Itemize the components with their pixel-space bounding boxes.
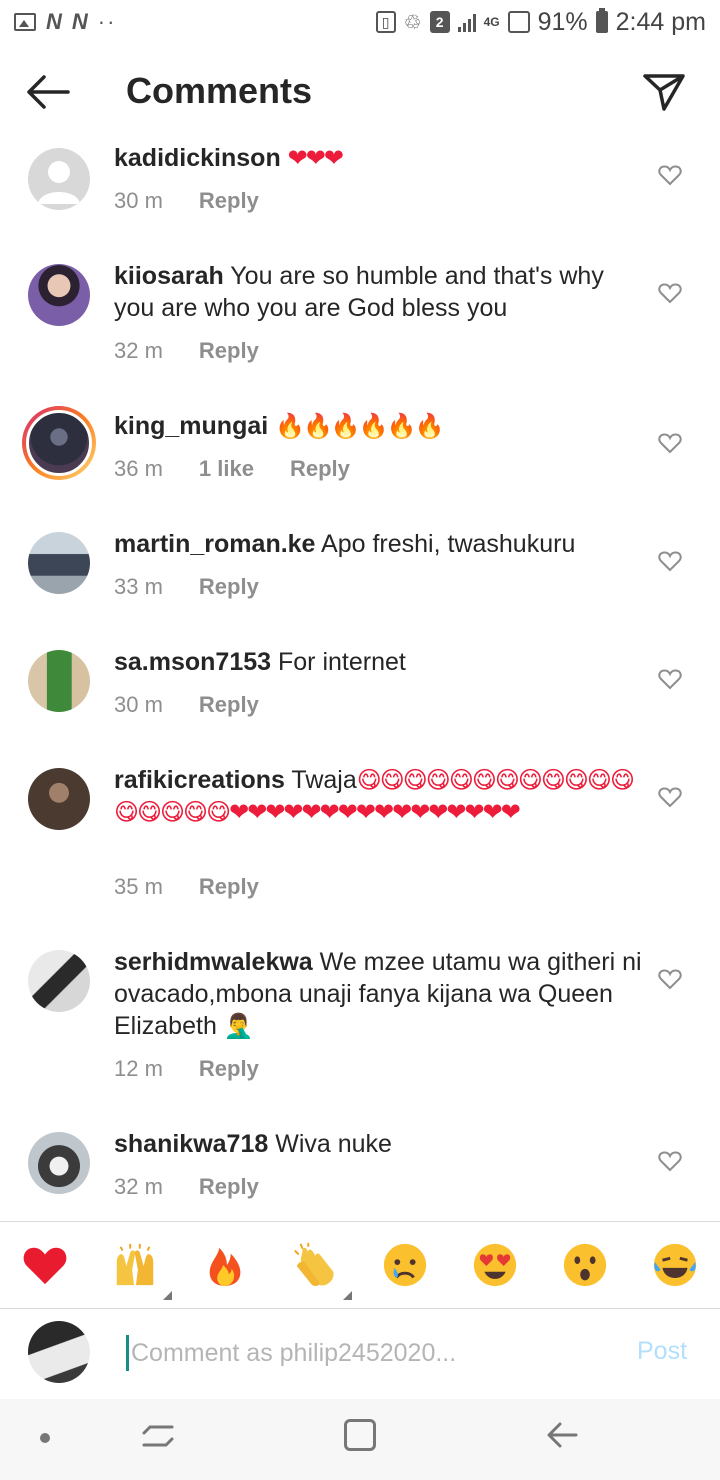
sim-badge: 2 <box>429 11 450 33</box>
comment-time: 30 m <box>114 188 163 213</box>
vibrate-icon: ▯ <box>375 11 396 33</box>
comment-input[interactable] <box>126 1335 606 1371</box>
fire-icon[interactable] <box>200 1240 250 1290</box>
comment-text: For internet <box>278 648 406 676</box>
battery-percent: 91% <box>537 7 588 36</box>
comment-username[interactable]: kadidickinson <box>114 144 281 172</box>
avatar[interactable] <box>28 650 90 712</box>
comment-username[interactable]: kiiosarah <box>114 262 224 290</box>
red-heart-icon[interactable] <box>20 1240 70 1290</box>
signal-icon <box>457 12 476 32</box>
back-arrow-icon[interactable] <box>26 74 70 110</box>
my-avatar <box>28 1321 90 1383</box>
comment-time: 30 m <box>114 692 163 717</box>
comment-username[interactable]: rafikicreations <box>114 766 285 794</box>
like-heart-icon[interactable] <box>658 668 682 690</box>
dots-icon: ·· <box>97 9 117 34</box>
reply-button[interactable]: Reply <box>199 188 259 214</box>
heart-eyes-icon[interactable] <box>470 1240 520 1290</box>
reply-button[interactable]: Reply <box>199 692 259 718</box>
n-icon: N <box>71 9 88 34</box>
comment-emoji: 🔥🔥🔥🔥🔥🔥 <box>275 412 444 440</box>
comment-emoji: 🤦‍♂️ <box>223 1012 254 1040</box>
comment-text: Apo freshi, twashukuru <box>321 530 576 558</box>
comment-time: 33 m <box>114 574 163 599</box>
back-nav-icon[interactable] <box>546 1419 578 1451</box>
reply-button[interactable]: Reply <box>199 338 259 364</box>
like-heart-icon[interactable] <box>658 282 682 304</box>
comment-username[interactable]: king_mungai <box>114 412 268 440</box>
recent-apps-icon[interactable] <box>142 1421 174 1451</box>
reply-button[interactable]: Reply <box>199 574 259 600</box>
like-heart-icon[interactable] <box>658 1150 682 1172</box>
comment-emoji: ❤❤❤ <box>287 144 344 172</box>
like-heart-icon[interactable] <box>658 786 682 808</box>
comment-time: 36 m <box>114 456 163 481</box>
comment-text: Wiva nuke <box>275 1130 392 1158</box>
reply-button[interactable]: Reply <box>199 1056 259 1082</box>
header: Comments <box>0 44 720 140</box>
emoji-quick-bar <box>0 1222 720 1308</box>
avatar[interactable] <box>28 950 90 1012</box>
avatar[interactable] <box>28 264 90 326</box>
assistant-dot-icon[interactable] <box>40 1433 50 1443</box>
status-bar: N N ·· ▯ ♲ 2 4G 91% 2:44 pm <box>0 0 720 44</box>
network-type: 4G <box>483 15 500 29</box>
comment-time: 35 m <box>114 874 163 899</box>
comment-time: 32 m <box>114 338 163 363</box>
clapping-hands-icon[interactable] <box>290 1240 352 1300</box>
reply-button[interactable]: Reply <box>199 1174 259 1200</box>
send-icon[interactable] <box>642 72 686 112</box>
image-icon <box>14 13 36 31</box>
comment-composer: Post <box>0 1309 720 1399</box>
comment-username[interactable]: sa.mson7153 <box>114 648 271 676</box>
home-icon[interactable] <box>344 1419 376 1451</box>
clock: 2:44 pm <box>615 7 706 36</box>
like-heart-icon[interactable] <box>658 968 682 990</box>
avatar[interactable] <box>28 768 90 830</box>
raising-hands-icon[interactable] <box>110 1240 172 1300</box>
comment-username[interactable]: serhidmwalekwa <box>114 948 313 976</box>
post-button[interactable]: Post <box>637 1337 687 1366</box>
reply-button[interactable]: Reply <box>290 456 350 482</box>
avatar[interactable] <box>28 1132 90 1194</box>
navigation-bar <box>0 1399 720 1480</box>
comment-time: 12 m <box>114 1056 163 1081</box>
comment-text: Twaja <box>291 766 357 794</box>
comment-username[interactable]: martin_roman.ke <box>114 530 315 558</box>
avatar[interactable] <box>28 148 90 210</box>
like-heart-icon[interactable] <box>658 432 682 454</box>
avatar[interactable] <box>28 532 90 594</box>
comment-time: 32 m <box>114 1174 163 1199</box>
surprised-face-icon[interactable] <box>560 1240 610 1290</box>
avatar[interactable] <box>22 406 96 480</box>
page-title: Comments <box>126 70 313 111</box>
tears-of-joy-icon[interactable] <box>650 1240 700 1290</box>
like-heart-icon[interactable] <box>658 550 682 572</box>
n-icon: N <box>46 9 62 34</box>
like-heart-icon[interactable] <box>658 164 682 186</box>
battery-icon <box>595 8 608 33</box>
like-count[interactable]: 1 like <box>199 456 254 482</box>
recycle-icon: ♲ <box>403 11 422 34</box>
signal-box-icon <box>507 11 530 33</box>
crying-face-icon[interactable] <box>380 1240 430 1290</box>
reply-button[interactable]: Reply <box>199 874 259 900</box>
comment-username[interactable]: shanikwa718 <box>114 1130 268 1158</box>
